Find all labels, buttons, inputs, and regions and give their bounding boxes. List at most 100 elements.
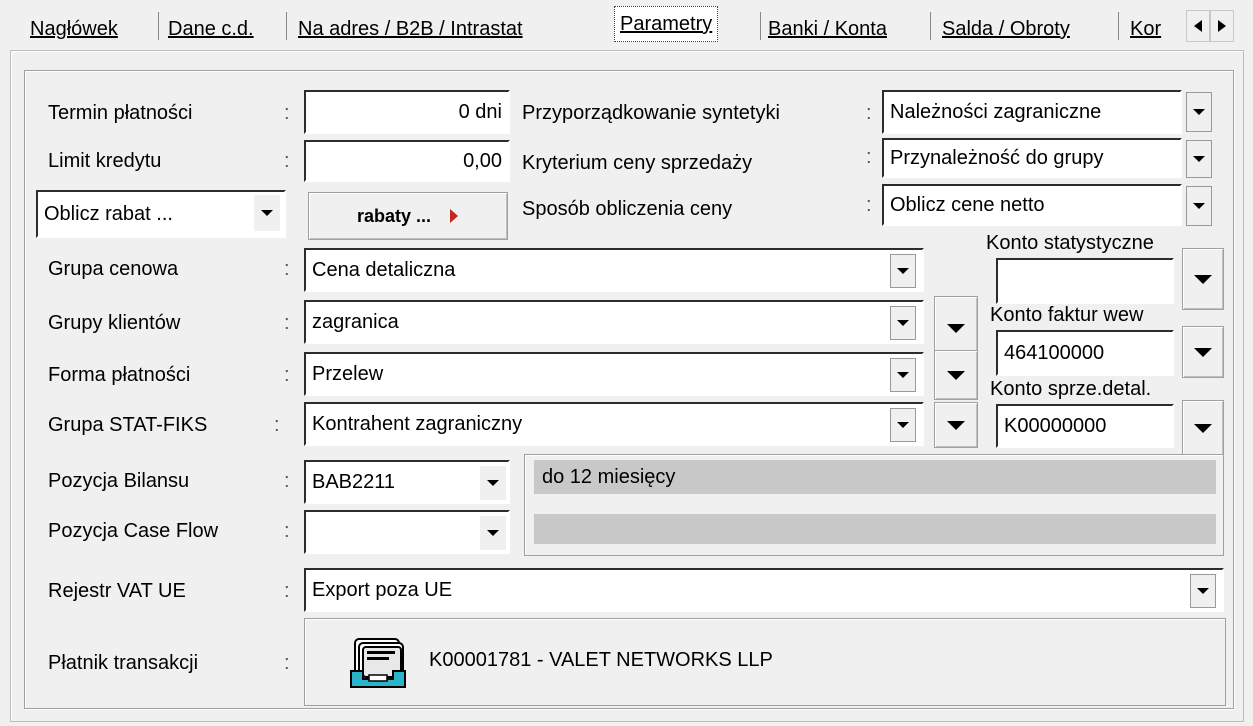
platnik-value: K00001781 - VALET NETWORKS LLP	[429, 649, 773, 671]
colon: :	[866, 102, 872, 124]
konto-sprze-field[interactable]: K00000000	[996, 404, 1174, 448]
colon: :	[284, 102, 290, 124]
pozycja-case-description	[534, 514, 1216, 544]
chevron-down-icon	[1194, 274, 1212, 284]
forma-platnosci-extra-button[interactable]	[934, 350, 978, 400]
pozycja-bilansu-dropdown-button[interactable]	[480, 466, 506, 500]
chevron-down-icon	[947, 323, 965, 333]
grupa-stat-extra-button[interactable]	[934, 402, 978, 448]
colon: :	[284, 470, 290, 492]
chevron-down-icon	[897, 372, 909, 378]
rejestr-vat-label: Rejestr VAT UE	[48, 580, 186, 602]
termin-label: Termin płatności	[48, 102, 193, 124]
platnik-label: Płatnik transakcji	[48, 652, 199, 674]
grupa-stat-select[interactable]: Kontrahent zagraniczny	[304, 402, 924, 446]
konto-faktur-label: Konto faktur wew	[990, 304, 1144, 326]
limit-label: Limit kredytu	[48, 150, 162, 172]
rejestr-vat-select[interactable]: Export poza UE	[304, 568, 1224, 612]
grupa-cenowa-select[interactable]: Cena detaliczna	[304, 248, 924, 292]
oblicz-rabat-select[interactable]: Oblicz rabat ...	[36, 190, 286, 238]
konto-stat-button[interactable]	[1182, 248, 1224, 310]
chevron-down-icon	[1193, 109, 1205, 115]
chevron-down-icon	[1197, 588, 1209, 594]
platnik-button[interactable]: K00001781 - VALET NETWORKS LLP	[304, 618, 1226, 706]
sposob-label: Sposób obliczenia ceny	[522, 198, 733, 220]
chevron-down-icon	[1194, 423, 1212, 433]
tab-scroll-left-button[interactable]	[1186, 10, 1210, 42]
colon: :	[284, 258, 290, 280]
arrow-left-icon	[1194, 20, 1202, 32]
forma-platnosci-label: Forma płatności	[48, 364, 191, 386]
play-right-icon	[450, 209, 459, 223]
tab-separator	[760, 12, 761, 40]
tab-na-adres[interactable]: Na adres / B2B / Intrastat	[292, 8, 529, 46]
chevron-down-icon	[897, 268, 909, 274]
tab-separator	[286, 12, 287, 40]
tab-salda-obroty[interactable]: Salda / Obroty	[936, 8, 1076, 46]
colon: :	[284, 520, 290, 542]
forma-platnosci-dropdown-button[interactable]	[890, 358, 916, 392]
kryterium-label: Kryterium ceny sprzedaży	[522, 152, 753, 174]
chevron-down-icon	[1193, 203, 1205, 209]
chevron-down-icon	[487, 530, 499, 536]
tab-separator	[1118, 12, 1119, 40]
syntetyka-select[interactable]: Należności zagraniczne	[882, 90, 1182, 134]
grupa-stat-label: Grupa STAT-FIKS	[48, 414, 208, 436]
colon: :	[284, 150, 290, 172]
limit-kredytu-field[interactable]: 0,00	[304, 140, 510, 182]
colon: :	[284, 652, 290, 674]
konto-sprze-button[interactable]	[1182, 400, 1224, 456]
colon: :	[866, 146, 872, 168]
pozycja-case-dropdown-button[interactable]	[480, 516, 506, 550]
termin-platnosci-field[interactable]: 0 dni	[304, 90, 510, 134]
colon: :	[284, 312, 290, 334]
konto-faktur-button[interactable]	[1182, 326, 1224, 378]
forma-platnosci-select[interactable]: Przelew	[304, 352, 924, 396]
pozycja-case-label: Pozycja Case Flow	[48, 520, 219, 542]
chevron-down-icon	[897, 320, 909, 326]
konto-stat-field[interactable]	[996, 258, 1174, 304]
chevron-down-icon	[1194, 347, 1212, 357]
tab-naglowek[interactable]: Nagłówek	[24, 8, 124, 46]
kryterium-select[interactable]: Przynależność do grupy	[882, 138, 1182, 178]
rabaty-button[interactable]: rabaty ...	[308, 192, 508, 240]
konto-faktur-field[interactable]: 464100000	[996, 330, 1174, 376]
pozycja-bilansu-description: do 12 miesięcy	[534, 460, 1216, 494]
konto-sprze-label: Konto sprze.detal.	[990, 378, 1152, 400]
rabaty-button-label: rabaty ...	[356, 205, 432, 226]
rejestr-vat-dropdown-button[interactable]	[1190, 574, 1216, 608]
arrow-right-icon	[1218, 20, 1226, 32]
chevron-down-icon	[897, 422, 909, 428]
colon: :	[284, 364, 290, 386]
tab-banki-konta[interactable]: Banki / Konta	[762, 8, 893, 46]
colon: :	[866, 194, 872, 216]
colon: :	[274, 414, 280, 436]
chevron-down-icon	[947, 420, 965, 430]
chevron-down-icon	[261, 210, 273, 216]
sposob-dropdown-button[interactable]	[1186, 186, 1212, 226]
tab-parametry[interactable]: Parametry	[614, 6, 719, 42]
grupa-cenowa-dropdown-button[interactable]	[890, 254, 916, 288]
konto-stat-label: Konto statystyczne	[986, 232, 1154, 254]
kryterium-dropdown-button[interactable]	[1186, 140, 1212, 178]
pozycja-bilansu-label: Pozycja Bilansu	[48, 470, 190, 492]
oblicz-rabat-dropdown-button[interactable]	[254, 195, 280, 231]
grupa-stat-dropdown-button[interactable]	[890, 408, 916, 442]
syntetyka-dropdown-button[interactable]	[1186, 92, 1212, 132]
syntetyka-label: Przyporządkowanie syntetyki	[522, 102, 780, 124]
grupy-klientow-dropdown-button[interactable]	[890, 306, 916, 340]
colon: :	[284, 580, 290, 602]
tab-separator	[158, 12, 159, 40]
chevron-down-icon	[947, 370, 965, 380]
grupa-cenowa-label: Grupa cenowa	[48, 258, 179, 280]
grupy-klientow-label: Grupy klientów	[48, 312, 181, 334]
grupy-klientow-select[interactable]: zagranica	[304, 300, 924, 344]
tab-bar: Nagłówek Dane c.d. Na adres / B2B / Intr…	[0, 0, 1253, 48]
tab-scroll-right-button[interactable]	[1210, 10, 1234, 42]
sposob-select[interactable]: Oblicz cene netto	[882, 184, 1182, 226]
oblicz-rabat-value: Oblicz rabat ...	[44, 203, 173, 225]
card-file-icon	[350, 638, 406, 688]
tab-dane-cd[interactable]: Dane c.d.	[162, 8, 260, 46]
tab-separator	[930, 12, 931, 40]
chevron-down-icon	[487, 480, 499, 486]
